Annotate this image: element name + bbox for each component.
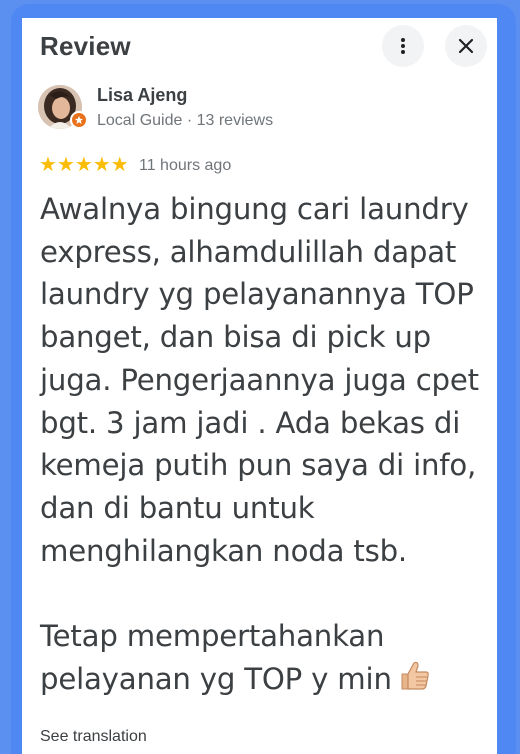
review-timestamp: 11 hours ago — [139, 157, 232, 174]
star-icon: ★ — [92, 154, 111, 176]
reviewer-meta: Local Guide · 13 reviews — [97, 112, 274, 129]
more-vert-icon — [401, 38, 405, 54]
star-icon: ★ — [110, 154, 129, 176]
star-icon: ★ — [39, 154, 57, 176]
thumbs-up-icon — [401, 661, 429, 690]
see-translation-link[interactable]: See translation — [40, 728, 147, 746]
star-icon: ★ — [74, 154, 93, 176]
review-text: Awalnya bingung cari laundry express, al… — [40, 192, 479, 696]
star-rating: ★ ★ ★ ★ ★ — [39, 155, 129, 175]
more-options-button[interactable] — [382, 25, 424, 67]
star-icon: ★ — [56, 154, 75, 176]
close-button[interactable] — [445, 25, 487, 67]
review-panel: Review Lisa Ajeng Local Guide · 13 revie… — [22, 18, 497, 754]
page-title: Review — [40, 31, 131, 61]
reviewer-name[interactable]: Lisa Ajeng — [97, 85, 187, 106]
review-body: Awalnya bingung cari laundry express, al… — [40, 188, 492, 700]
close-icon — [458, 38, 474, 54]
local-guide-badge-icon — [70, 111, 88, 129]
